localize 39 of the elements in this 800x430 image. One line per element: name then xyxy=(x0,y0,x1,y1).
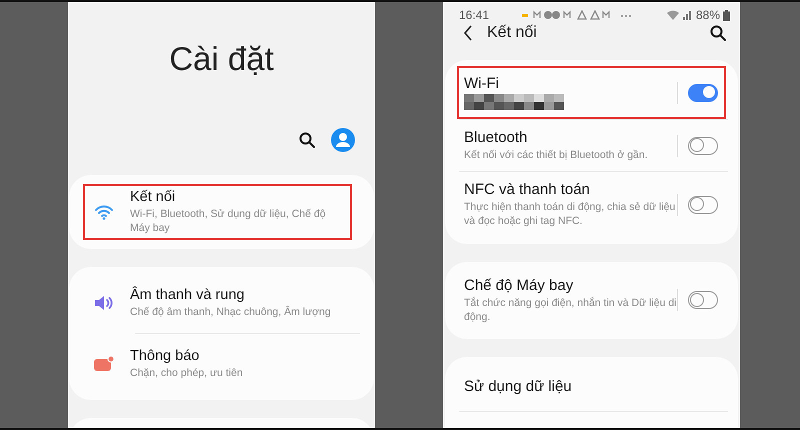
speaker-icon xyxy=(94,295,114,312)
settings-item[interactable]: NFC và thanh toán Thực hiện thanh toán di động, chia sẻ dữ liệu và đọc hoặc ghi tag NFC. xyxy=(445,172,738,238)
toggle-switch[interactable] xyxy=(688,291,718,310)
item-subtitle: Wi-Fi, Bluetooth, Sử dụng dữ liệu, Chế độ Máy bay xyxy=(130,207,327,236)
item-subtitle: Kết nối với các thiết bị Bluetooth ở gần. xyxy=(464,148,649,162)
item-subtitle: Tắt chức năng gọi điện, nhắn tin và Dữ liệu di động. xyxy=(464,296,678,324)
status-time: 16:41 xyxy=(459,8,490,22)
settings-item[interactable]: Âm thanh và rung Chế độ âm thanh, Nhạc chuông, Âm lượng xyxy=(69,273,374,334)
item-title: Kết nối xyxy=(130,189,176,205)
page-title: Cài đặt xyxy=(168,40,275,78)
settings-item[interactable]: Sử dụng dữ liệu xyxy=(445,362,738,411)
search-icon[interactable] xyxy=(710,25,726,41)
item-title: Chế độ Máy bay xyxy=(464,276,574,294)
signal-icons-drawing xyxy=(666,10,693,20)
wifi-icon xyxy=(94,204,114,220)
item-title: NFC và thanh toán xyxy=(464,181,591,198)
account-icon[interactable] xyxy=(331,128,355,152)
settings-item[interactable]: Bluetooth Kết nối với các thiết bị Bluetooth ở gần. xyxy=(445,120,738,172)
settings-item[interactable]: Thông báo Chặn, cho phép, ưu tiên xyxy=(69,334,374,394)
settings-item[interactable]: Kết nối Wi-Fi, Bluetooth, Sử dụng dữ liệu, Chế độ Máy bay xyxy=(69,181,374,244)
item-title: Sử dụng dữ liệu xyxy=(464,378,573,396)
settings-item[interactable]: Chế độ Máy bay Tắt chức năng gọi điện, nhắn tin và Dữ liệu di động. xyxy=(445,268,738,333)
item-title: Wi-Fi xyxy=(464,75,500,92)
item-subtitle: Chặn, cho phép, ưu tiên xyxy=(130,366,244,380)
toggle-switch[interactable] xyxy=(688,84,718,102)
toggle-switch[interactable] xyxy=(688,136,718,155)
notification-icon xyxy=(94,356,114,372)
toggle-switch[interactable] xyxy=(688,196,718,214)
item-title: Bluetooth xyxy=(464,129,528,146)
item-subtitle: Thực hiện thanh toán di động, chia sẻ dữ liệu và đọc hoặc ghi tag NFC. xyxy=(464,200,676,229)
battery-percent: 88% xyxy=(696,8,720,22)
item-title: Âm thanh và rung xyxy=(130,287,246,304)
search-icon[interactable] xyxy=(299,132,315,148)
back-button[interactable] xyxy=(463,25,473,41)
screen-title: Kết nối xyxy=(487,24,538,42)
item-subtitle: Chế độ âm thanh, Nhạc chuông, Âm lượng xyxy=(130,305,332,320)
item-title: Thông báo xyxy=(130,348,200,364)
battery-icon xyxy=(723,10,730,20)
settings-item[interactable]: Wi-Fi xyxy=(445,66,738,119)
